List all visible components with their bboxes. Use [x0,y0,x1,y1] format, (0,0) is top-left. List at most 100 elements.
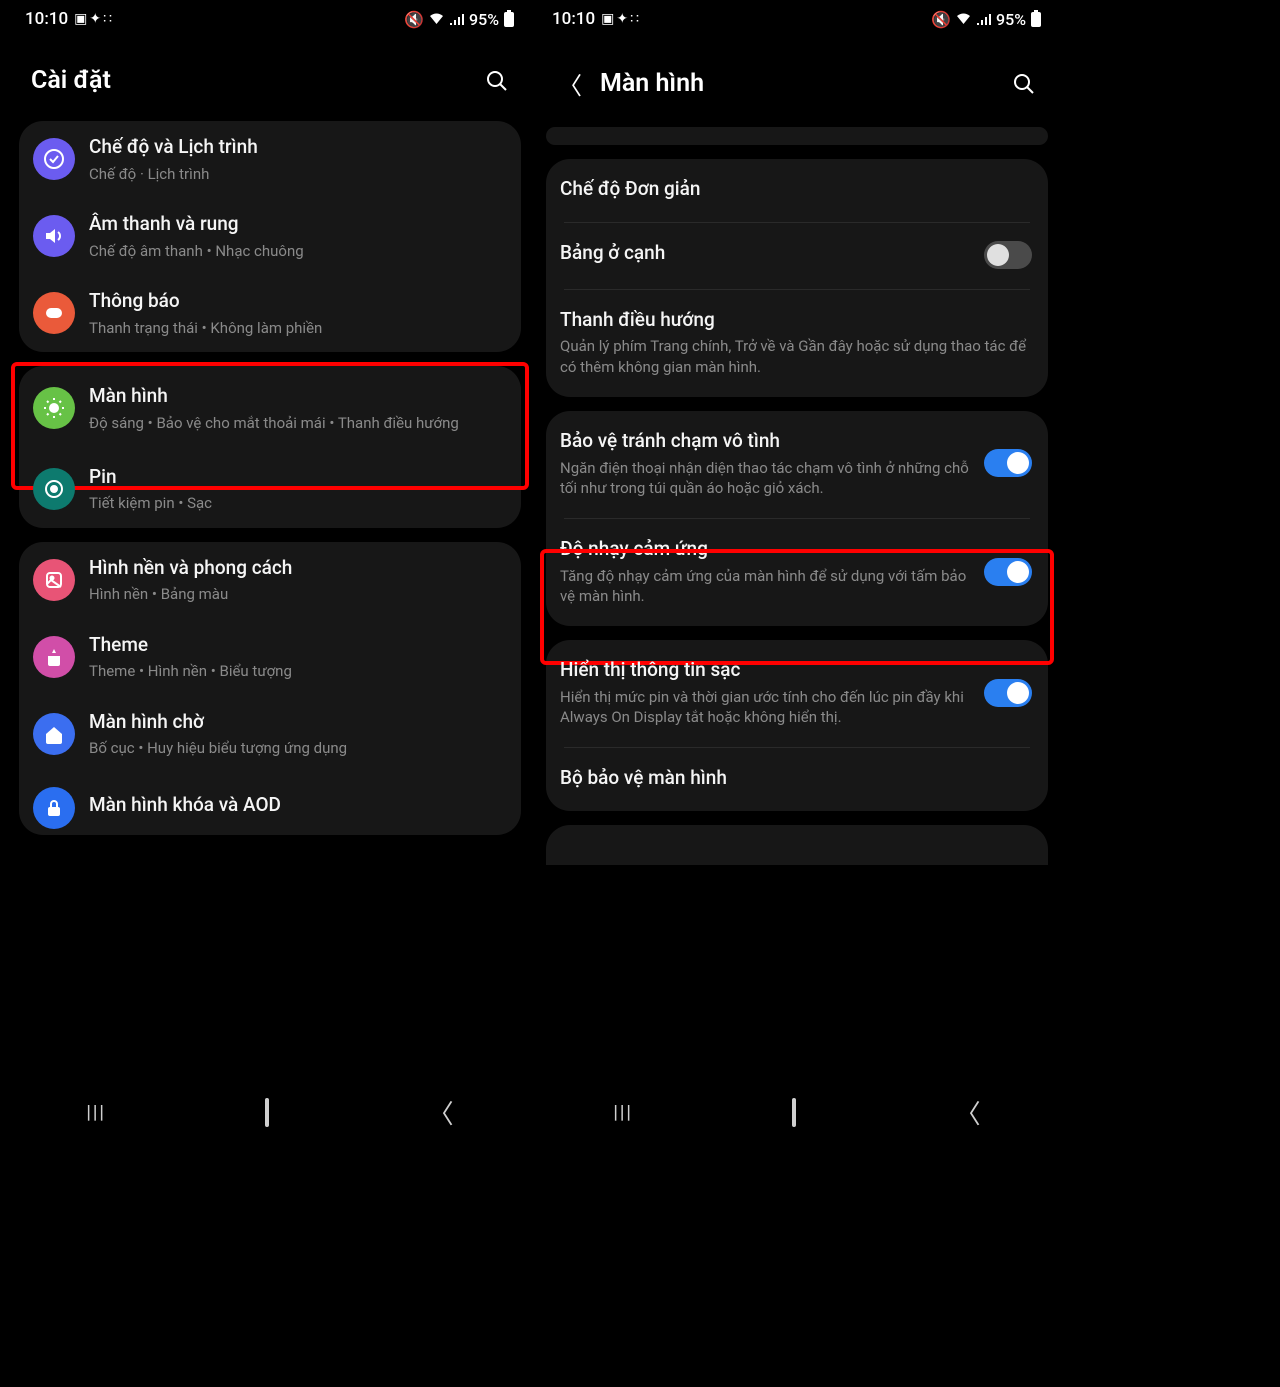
notification-icon [33,292,75,334]
item-subtitle: Tăng độ nhạy cảm ứng của màn hình để sử … [560,566,972,607]
signal-icon [449,12,465,26]
settings-list[interactable]: Chế độ và Lịch trình Chế độ · Lịch trình… [7,121,533,1076]
item-subtitle: Theme • Hình nền • Biểu tượng [89,661,505,681]
display-item-navigation-bar[interactable]: Thanh điều hướng Quản lý phím Trang chín… [546,290,1048,397]
battery-icon [1030,10,1042,28]
settings-item-modes[interactable]: Chế độ và Lịch trình Chế độ · Lịch trình [19,121,521,198]
battery-icon [33,468,75,510]
item-title: Độ nhạy cảm ứng [560,537,972,562]
gallery-icon: ▣ [601,11,614,27]
previous-group-edge [546,127,1048,145]
item-title: Hình nền và phong cách [89,556,505,581]
display-group-2: Hiển thị thông tin sạc Hiển thị mức pin … [546,640,1048,811]
display-group-0: Chế độ Đơn giản Bảng ở cạnh Thanh điều h… [546,159,1048,397]
signal-icon [976,12,992,26]
wifi-icon [428,12,445,26]
item-title: Pin [89,465,505,490]
settings-group-0: Chế độ và Lịch trình Chế độ · Lịch trình… [19,121,521,352]
nav-back-button[interactable]: 〈 [428,1094,454,1131]
toggle-accidental-touch[interactable] [984,449,1032,477]
toggle-charging-info[interactable] [984,679,1032,707]
search-button[interactable] [1012,72,1036,96]
item-title: Hiển thị thông tin sạc [560,658,972,683]
item-title: Màn hình [89,384,505,409]
status-bar: 10:10 ▣ ✦ ∷ 🔇 95% [534,0,1060,38]
item-title: Màn hình khóa và AOD [89,793,505,818]
item-subtitle: Quản lý phím Trang chính, Trở về và Gần … [560,336,1032,377]
sound-icon [33,215,75,257]
status-icons-left: ▣ ✦ ∷ [601,11,639,27]
item-title: Bảng ở cạnh [560,241,972,266]
next-group-edge [546,825,1048,865]
settings-group-2: Hình nền và phong cách Hình nền • Bảng m… [19,542,521,835]
settings-group-1: Màn hình Độ sáng • Bảo vệ cho mắt thoải … [19,366,521,528]
wallpaper-icon [33,559,75,601]
display-icon [33,387,75,429]
toggle-touch-sensitivity[interactable] [984,558,1032,586]
item-title: Bộ bảo vệ màn hình [560,766,1032,791]
settings-item-display[interactable]: Màn hình Độ sáng • Bảo vệ cho mắt thoải … [19,366,521,451]
display-group-1: Bảo vệ tránh chạm vô tình Ngăn điện thoạ… [546,411,1048,626]
status-time: 10:10 [552,9,595,29]
page-header: 〈 Màn hình [534,38,1060,127]
item-title: Bảo vệ tránh chạm vô tình [560,429,972,454]
item-subtitle: Tiết kiệm pin • Sạc [89,493,505,513]
settings-item-theme[interactable]: Theme Theme • Hình nền • Biểu tượng [19,619,521,696]
nav-bar: ||| 〈 [7,1081,533,1143]
wifi-icon [955,12,972,26]
item-subtitle: Hiển thị mức pin và thời gian ước tính c… [560,687,972,728]
nav-recents-button[interactable]: ||| [86,1102,106,1123]
item-subtitle: Thanh trạng thái • Không làm phiền [89,318,505,338]
gallery-icon: ▣ [74,11,87,27]
dots-icon: ∷ [630,11,639,27]
settings-item-wallpaper[interactable]: Hình nền và phong cách Hình nền • Bảng m… [19,542,521,619]
item-title: Thanh điều hướng [560,308,1032,333]
display-item-screen-saver[interactable]: Bộ bảo vệ màn hình [546,748,1048,811]
toggle-edge-panels[interactable] [984,241,1032,269]
display-item-edge-panels[interactable]: Bảng ở cạnh [546,223,1048,289]
phone-screen-settings: 10:10 ▣ ✦ ∷ 🔇 95% Cài đặt [7,0,533,1143]
item-subtitle: Ngăn điện thoại nhận diện thao tác chạm … [560,458,972,499]
display-item-touch-sensitivity[interactable]: Độ nhạy cảm ứng Tăng độ nhạy cảm ứng của… [546,519,1048,626]
home-icon [33,713,75,755]
page-header: Cài đặt [7,38,533,121]
nav-back-button[interactable]: 〈 [955,1094,981,1131]
settings-item-sound[interactable]: Âm thanh và rung Chế độ âm thanh • Nhạc … [19,198,521,275]
nav-home-button[interactable] [792,1100,796,1125]
settings-item-notifications[interactable]: Thông báo Thanh trạng thái • Không làm p… [19,275,521,352]
display-settings-list[interactable]: Chế độ Đơn giản Bảng ở cạnh Thanh điều h… [534,127,1060,1082]
nav-recents-button[interactable]: ||| [613,1102,633,1123]
lock-icon [33,787,75,829]
settings-item-homescreen[interactable]: Màn hình chờ Bố cục • Huy hiệu biểu tượn… [19,696,521,773]
mute-icon: 🔇 [404,10,424,29]
phone-screen-display: 10:10 ▣ ✦ ∷ 🔇 95% 〈 Màn hình [534,0,1060,1143]
battery-icon [503,10,515,28]
display-item-easy-mode[interactable]: Chế độ Đơn giản [546,159,1048,222]
display-item-charging-info[interactable]: Hiển thị thông tin sạc Hiển thị mức pin … [546,640,1048,747]
item-title: Âm thanh và rung [89,212,505,237]
item-title: Chế độ và Lịch trình [89,135,505,160]
item-subtitle: Chế độ · Lịch trình [89,164,505,184]
status-bar: 10:10 ▣ ✦ ∷ 🔇 95% [7,0,533,38]
search-button[interactable] [485,69,509,93]
page-title: Cài đặt [31,66,485,95]
sparkle-icon: ✦ [616,11,628,27]
back-button[interactable]: 〈 [558,66,582,101]
item-subtitle: Độ sáng • Bảo vệ cho mắt thoải mái • Tha… [89,413,505,433]
item-title: Chế độ Đơn giản [560,177,1032,202]
dots-icon: ∷ [103,11,112,27]
item-subtitle: Hình nền • Bảng màu [89,584,505,604]
item-title: Màn hình chờ [89,710,505,735]
status-time: 10:10 [25,9,68,29]
item-title: Theme [89,633,505,658]
battery-percent: 95% [996,10,1026,29]
mute-icon: 🔇 [931,10,951,29]
settings-item-lockscreen[interactable]: Màn hình khóa và AOD [19,773,521,835]
display-item-accidental-touch[interactable]: Bảo vệ tránh chạm vô tình Ngăn điện thoạ… [546,411,1048,518]
status-icons-left: ▣ ✦ ∷ [74,11,112,27]
settings-item-battery[interactable]: Pin Tiết kiệm pin • Sạc [19,451,521,528]
battery-percent: 95% [469,10,499,29]
item-subtitle: Bố cục • Huy hiệu biểu tượng ứng dụng [89,738,505,758]
nav-home-button[interactable] [265,1100,269,1125]
modes-icon [33,138,75,180]
